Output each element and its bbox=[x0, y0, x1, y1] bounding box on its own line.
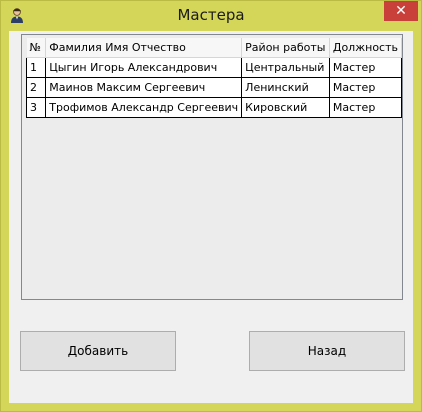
client-area: № Фамилия Имя Отчество Район работы Долж… bbox=[9, 31, 413, 403]
cell-position[interactable]: Мастер bbox=[328, 97, 402, 118]
cell-number[interactable]: 3 bbox=[25, 97, 47, 118]
table-row[interactable]: 2 Маинов Максим Сергеевич Ленинский Маст… bbox=[25, 77, 402, 98]
masters-grid[interactable]: № Фамилия Имя Отчество Район работы Долж… bbox=[21, 34, 403, 300]
cell-district[interactable]: Центральный bbox=[241, 57, 330, 78]
cell-district[interactable]: Кировский bbox=[241, 97, 330, 118]
header-row: № Фамилия Имя Отчество Район работы Долж… bbox=[26, 38, 402, 58]
cell-name[interactable]: Маинов Максим Сергеевич bbox=[45, 77, 243, 98]
column-header-district[interactable]: Район работы bbox=[241, 38, 330, 58]
close-button[interactable]: ✕ bbox=[384, 1, 418, 21]
column-header-number[interactable]: № bbox=[26, 38, 47, 58]
window-title: Мастера bbox=[177, 6, 245, 24]
cell-position[interactable]: Мастер bbox=[328, 77, 402, 98]
masters-table: № Фамилия Имя Отчество Район работы Долж… bbox=[25, 38, 402, 118]
title-bar: Мастера ✕ bbox=[1, 1, 421, 31]
add-button[interactable]: Добавить bbox=[20, 331, 176, 371]
back-button[interactable]: Назад bbox=[249, 331, 405, 371]
cell-district[interactable]: Ленинский bbox=[241, 77, 330, 98]
cell-position[interactable]: Мастер bbox=[328, 57, 402, 78]
cell-number[interactable]: 2 bbox=[25, 77, 47, 98]
cell-number[interactable]: 1 bbox=[25, 57, 47, 78]
table-row[interactable]: 1 Цыгин Игорь Александрович Центральный … bbox=[25, 57, 402, 78]
table-row[interactable]: 3 Трофимов Александр Сергеевич Кировский… bbox=[25, 97, 402, 118]
cell-name[interactable]: Трофимов Александр Сергеевич bbox=[45, 97, 243, 118]
column-header-name[interactable]: Фамилия Имя Отчество bbox=[45, 38, 243, 58]
cell-name[interactable]: Цыгин Игорь Александрович bbox=[45, 57, 243, 78]
window: Мастера ✕ № Фамилия Имя Отчество Район р… bbox=[0, 0, 422, 412]
column-header-position[interactable]: Должность bbox=[329, 38, 402, 58]
